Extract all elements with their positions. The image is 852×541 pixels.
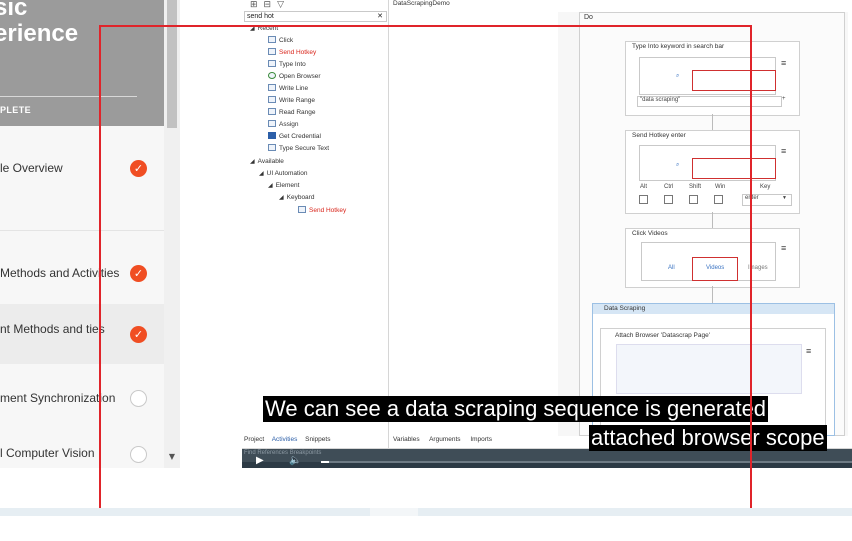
- plus-icon[interactable]: +: [782, 96, 786, 102]
- panel-toolbar-icons[interactable]: ⊞⊟▽: [250, 0, 290, 10]
- annotation-highlight-box: [99, 25, 752, 516]
- menu-icon[interactable]: ≡: [781, 146, 786, 156]
- document-tab[interactable]: DataScrapingDemo: [393, 0, 450, 7]
- course-title-line-1: sic: [0, 0, 28, 21]
- activity-search-input[interactable]: send hot ✕: [244, 11, 387, 22]
- key-label: Key: [760, 184, 771, 190]
- menu-icon[interactable]: ≡: [806, 346, 811, 356]
- chevron-down-icon[interactable]: ▼: [782, 195, 787, 201]
- search-value: send hot: [247, 13, 274, 20]
- footer-segment: [370, 508, 418, 516]
- menu-icon[interactable]: ≡: [781, 243, 786, 253]
- close-icon[interactable]: ✕: [377, 12, 383, 20]
- menu-icon[interactable]: ≡: [781, 58, 786, 68]
- page-footer: [0, 508, 852, 516]
- do-label: Do: [584, 14, 593, 21]
- completion-status: PLETE: [0, 105, 32, 115]
- course-title-line-2: erience: [0, 20, 79, 47]
